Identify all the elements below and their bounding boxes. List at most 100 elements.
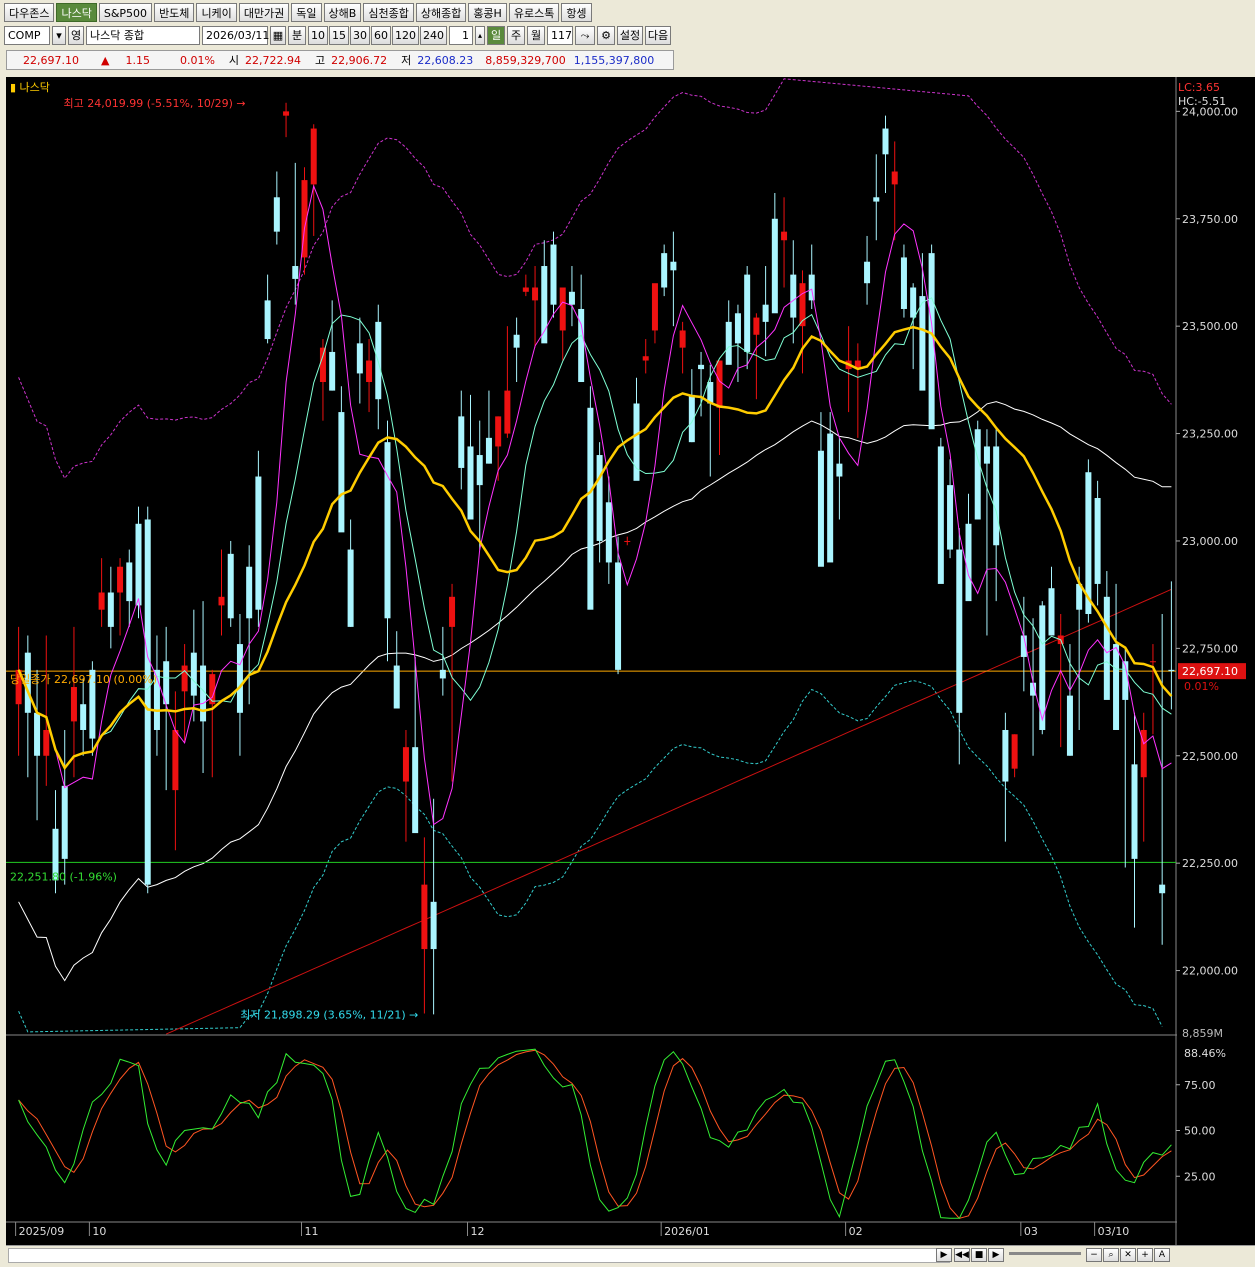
candle-body [310, 128, 317, 185]
week-button[interactable]: 주 [507, 25, 525, 45]
interval-button-10[interactable]: 10 [308, 25, 328, 45]
interval-button-30[interactable]: 30 [350, 25, 370, 45]
osc-current-label: 88.46% [1184, 1047, 1226, 1060]
scroll-right-icon[interactable]: ▶ [936, 1248, 952, 1262]
play-icon[interactable]: ▶ [988, 1248, 1004, 1262]
candle-body [181, 665, 188, 692]
tab-6[interactable]: 독일 [291, 3, 322, 22]
candle-body [762, 304, 769, 322]
settings-button[interactable]: 설정 [617, 25, 643, 45]
index-tabs: 다우존스 나스닥 S&P500 반도체 니케이 대만가권 독일 상해B 심천종합 상해종합 홍콩H 유… [4, 3, 592, 24]
gear-icon[interactable]: ⚙ [597, 25, 615, 45]
date-field[interactable]: 2026/03/11 [202, 25, 269, 45]
candle-body [624, 540, 631, 542]
y-tick-label: 22,250.00 [1182, 857, 1238, 870]
candle-body [698, 364, 705, 370]
interval-button-15[interactable]: 15 [329, 25, 349, 45]
candle-body [504, 390, 511, 434]
month-button[interactable]: 월 [527, 25, 545, 45]
tab-0[interactable]: 다우존스 [4, 3, 55, 22]
magnifier-icon[interactable]: ⌕ [1103, 1248, 1119, 1262]
candle-body [98, 592, 105, 610]
candle-body [771, 218, 778, 314]
tab-9[interactable]: 상해종합 [415, 3, 467, 22]
tab-1[interactable]: 나스닥 [56, 3, 97, 22]
current-price-pct: 0.01% [1184, 680, 1219, 693]
candle-body [347, 549, 354, 627]
interval-button-60[interactable]: 60 [371, 25, 391, 45]
chart-type-icon[interactable]: ⤳ [575, 25, 595, 45]
tab-2[interactable]: S&P500 [98, 3, 153, 22]
interval-button-240[interactable]: 240 [420, 25, 447, 45]
y-tick-label: 23,250.00 [1182, 428, 1238, 441]
chart-scrollbar[interactable]: ▶ ◀◀ ■ ▶ − ⌕ ✕ + A [6, 1245, 1255, 1264]
interval-buttons: 10 15 30 60 120 240 [308, 25, 447, 45]
crosshair-icon[interactable]: ✕ [1120, 1248, 1136, 1262]
open-value: 22,722.94 [245, 53, 302, 67]
candle-body [956, 549, 963, 713]
candle-body [338, 412, 345, 533]
tab-8[interactable]: 심천종합 [363, 3, 414, 22]
tab-4[interactable]: 니케이 [196, 3, 237, 22]
high-label: 고 [315, 54, 326, 67]
count-spin-icon[interactable]: ▴ [475, 25, 485, 45]
interval-button-120[interactable]: 120 [392, 25, 419, 45]
tab-3[interactable]: 반도체 [154, 3, 195, 22]
change-percent: 0.01% [179, 53, 215, 67]
candle-body [744, 274, 751, 352]
candle-body [273, 197, 280, 232]
symbol-field[interactable]: COMP [4, 25, 50, 45]
minute-button[interactable]: 분 [288, 25, 306, 45]
zoom-in-icon[interactable]: + [1137, 1248, 1153, 1262]
price-chart-svg[interactable]: 22,000.00 22,250.00 22,500.00 22,750.00 23,0… [6, 77, 1255, 1245]
candle-body [882, 128, 889, 155]
prev-close-label: 당일종가 22,697.10 (0.00%) [10, 672, 157, 686]
scroll-track[interactable] [8, 1248, 950, 1263]
stop-icon[interactable]: ■ [971, 1248, 987, 1262]
bar-count-field[interactable]: 117 [547, 25, 573, 45]
candle-body [790, 274, 797, 318]
candle-body [1094, 498, 1101, 584]
candle-body [246, 566, 253, 619]
candle-body [107, 592, 114, 627]
candle-body [817, 450, 824, 567]
osc-tick-label: 50.00 [1184, 1125, 1216, 1138]
candle-body [43, 729, 50, 756]
count-input[interactable]: 1 [449, 25, 473, 45]
tab-5[interactable]: 대만가권 [238, 3, 290, 22]
candle-body [1002, 729, 1009, 782]
candle-body [61, 785, 68, 859]
scroll-first-icon[interactable]: ◀◀ [954, 1248, 970, 1262]
symbol-name-field[interactable]: 나스닥 종합 [86, 25, 200, 45]
text-tool-icon[interactable]: A [1154, 1248, 1170, 1262]
envelope-lower [18, 679, 1163, 1033]
tab-11[interactable]: 유로스톡 [508, 3, 560, 22]
tab-12[interactable]: 항셍 [561, 3, 592, 22]
candle-body [983, 446, 990, 464]
chart-toolbar: COMP ▾ 영 나스닥 종합 2026/03/11 ▦ 분 10 15 30 60 1… [4, 25, 671, 45]
symbol-kind-button[interactable]: 영 [68, 25, 84, 45]
y-tick-label: 22,000.00 [1182, 965, 1238, 978]
tab-7[interactable]: 상해B [323, 3, 362, 22]
zoom-slider[interactable] [1009, 1252, 1081, 1255]
candle-body [467, 446, 474, 520]
candle-body [449, 596, 456, 627]
chart-area[interactable]: 22,000.00 22,250.00 22,500.00 22,750.00 23,0… [6, 77, 1255, 1245]
high-annotation: 최고 24,019.99 (-5.51%, 10/29) → [63, 97, 245, 110]
day-button[interactable]: 일 [487, 25, 505, 45]
candle-body [605, 502, 612, 563]
candle-body [891, 171, 898, 185]
candle-body [1149, 661, 1156, 663]
candle-body [900, 257, 907, 309]
open-label: 시 [228, 54, 240, 67]
candle-body [974, 429, 981, 520]
zoom-out-icon[interactable]: − [1086, 1248, 1102, 1262]
symbol-dropdown-icon[interactable]: ▾ [52, 25, 66, 45]
tab-10[interactable]: 홍콩H [468, 3, 507, 22]
x-tick-label: 2025/09 [19, 1225, 65, 1238]
candle-body [190, 652, 197, 696]
candle-body [615, 562, 622, 670]
next-button[interactable]: 다음 [645, 25, 671, 45]
calendar-icon[interactable]: ▦ [270, 25, 286, 45]
change-value: 1.15 [125, 53, 150, 67]
